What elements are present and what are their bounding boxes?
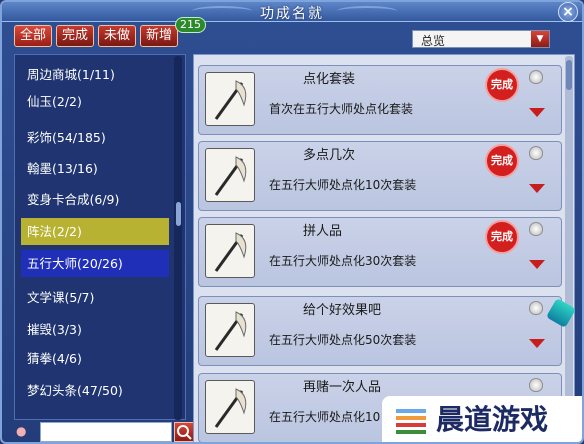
peach-icon [529, 70, 543, 84]
sidebar-item[interactable]: 摧毁(3/3) [21, 316, 169, 343]
achievement-title: 给个好效果吧 [303, 303, 382, 318]
search-icon [177, 425, 192, 440]
new-count-badge: 215 [175, 17, 206, 33]
achievement-card[interactable]: 点化套装 首次在五行大师处点化套装 完成 [198, 65, 562, 135]
achievement-window: 功成名就 × 全部 完成 未做 新增 215 总览 ▼ 周边商城(1/11) 仙… [0, 0, 584, 444]
achievement-desc: 在五行大师处点化10次套装 [269, 178, 417, 192]
expand-arrow-icon[interactable] [529, 260, 545, 269]
sidebar-item-active[interactable]: 五行大师(20/26) [21, 250, 169, 277]
sidebar-item[interactable]: 猜拳(4/6) [21, 345, 169, 372]
peach-icon [529, 301, 543, 315]
list-scrollbar[interactable] [565, 56, 573, 442]
sidebar-item[interactable]: 文学课(5/7) [21, 284, 169, 311]
list-scroll-thumb[interactable] [566, 60, 572, 90]
axe-item-icon [205, 380, 255, 434]
sidebar-scroll-thumb[interactable] [176, 202, 181, 226]
sidebar-item[interactable]: 彩饰(54/185) [21, 124, 169, 151]
peach-icon [529, 222, 543, 236]
axe-item-icon [205, 224, 255, 278]
title-bar: 功成名就 × [2, 2, 582, 22]
achievement-card[interactable]: 给个好效果吧 在五行大师处点化50次套装 [198, 296, 562, 366]
filter-tabs: 全部 完成 未做 新增 [14, 25, 179, 47]
expand-arrow-icon[interactable] [529, 184, 545, 193]
completed-stamp: 完成 [485, 68, 519, 102]
tab-completed[interactable]: 完成 [56, 25, 95, 47]
chevron-down-icon[interactable]: ▼ [531, 31, 549, 47]
logo-icon [396, 409, 426, 434]
axe-item-icon [205, 72, 255, 126]
title-decoration-right [337, 6, 397, 16]
sidebar-scrollbar[interactable] [174, 56, 182, 420]
achievement-desc: 首次在五行大师处点化套装 [269, 102, 414, 116]
achievement-desc: 在五行大师处点化10 [269, 410, 381, 424]
expand-arrow-icon[interactable] [529, 108, 545, 117]
close-button[interactable]: × [558, 2, 578, 22]
achievement-title: 再赌一次人品 [303, 380, 382, 395]
completed-stamp: 完成 [485, 144, 519, 178]
category-sidebar: 周边商城(1/11) 仙玉(2/2) 彩饰(54/185) 翰墨(13/16) … [14, 54, 186, 420]
axe-item-icon [205, 303, 255, 357]
tab-not-done[interactable]: 未做 [98, 25, 137, 47]
close-icon: × [562, 4, 574, 20]
peach-icon [529, 378, 543, 392]
window-title: 功成名就 [260, 6, 324, 22]
achievement-title: 点化套装 [303, 72, 356, 87]
tab-all[interactable]: 全部 [14, 25, 53, 47]
peach-icon [529, 146, 543, 160]
achievement-title: 多点几次 [303, 148, 356, 163]
search-bar: ● [14, 422, 196, 442]
sidebar-item[interactable]: 变身卡合成(6/9) [21, 186, 169, 213]
achievement-card[interactable]: 拼人品 在五行大师处点化30次套装 完成 [198, 217, 562, 287]
tab-new[interactable]: 新增 [140, 25, 179, 47]
achievement-card[interactable]: 多点几次 在五行大师处点化10次套装 完成 [198, 141, 562, 211]
watermark-text: 晨道游戏 [436, 403, 549, 436]
category-dropdown[interactable]: 总览 ▼ [412, 30, 550, 48]
completed-stamp: 完成 [485, 220, 519, 254]
sidebar-item[interactable]: 仙玉(2/2) [21, 88, 169, 115]
search-input[interactable] [40, 422, 172, 442]
peach-icon: ● [16, 424, 27, 438]
sidebar-item[interactable]: 梦幻头条(47/50) [21, 377, 169, 404]
dropdown-value: 总览 [421, 34, 446, 48]
sidebar-item[interactable]: 周边商城(1/11) [21, 61, 169, 88]
sidebar-item[interactable]: 翰墨(13/16) [21, 155, 169, 182]
axe-item-icon [205, 148, 255, 202]
achievement-title: 拼人品 [303, 224, 343, 239]
watermark: 晨道游戏 [382, 396, 582, 442]
expand-arrow-icon[interactable] [529, 339, 545, 348]
achievement-desc: 在五行大师处点化30次套装 [269, 254, 417, 268]
achievement-desc: 在五行大师处点化50次套装 [269, 333, 417, 347]
achievement-list: 点化套装 首次在五行大师处点化套装 完成 多点几次 在五行大师处点化10次套装 … [193, 54, 575, 442]
sidebar-item-selected[interactable]: 阵法(2/2) [21, 218, 169, 245]
